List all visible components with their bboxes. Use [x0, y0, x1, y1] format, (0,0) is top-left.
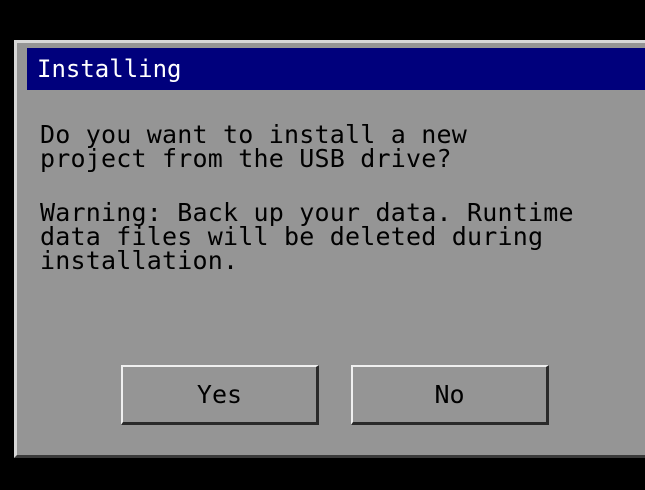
- warning-text: Warning: Back up your data. Runtime data…: [40, 198, 574, 275]
- yes-button[interactable]: Yes: [121, 365, 319, 425]
- hmi-screen: Installing Do you want to install a new …: [0, 0, 645, 490]
- no-button[interactable]: No: [351, 365, 549, 425]
- dialog-title: Installing: [27, 48, 645, 90]
- install-dialog: Installing Do you want to install a new …: [14, 40, 645, 458]
- install-question-text: Do you want to install a new project fro…: [40, 120, 468, 173]
- dialog-message: Do you want to install a new project fro…: [40, 120, 640, 275]
